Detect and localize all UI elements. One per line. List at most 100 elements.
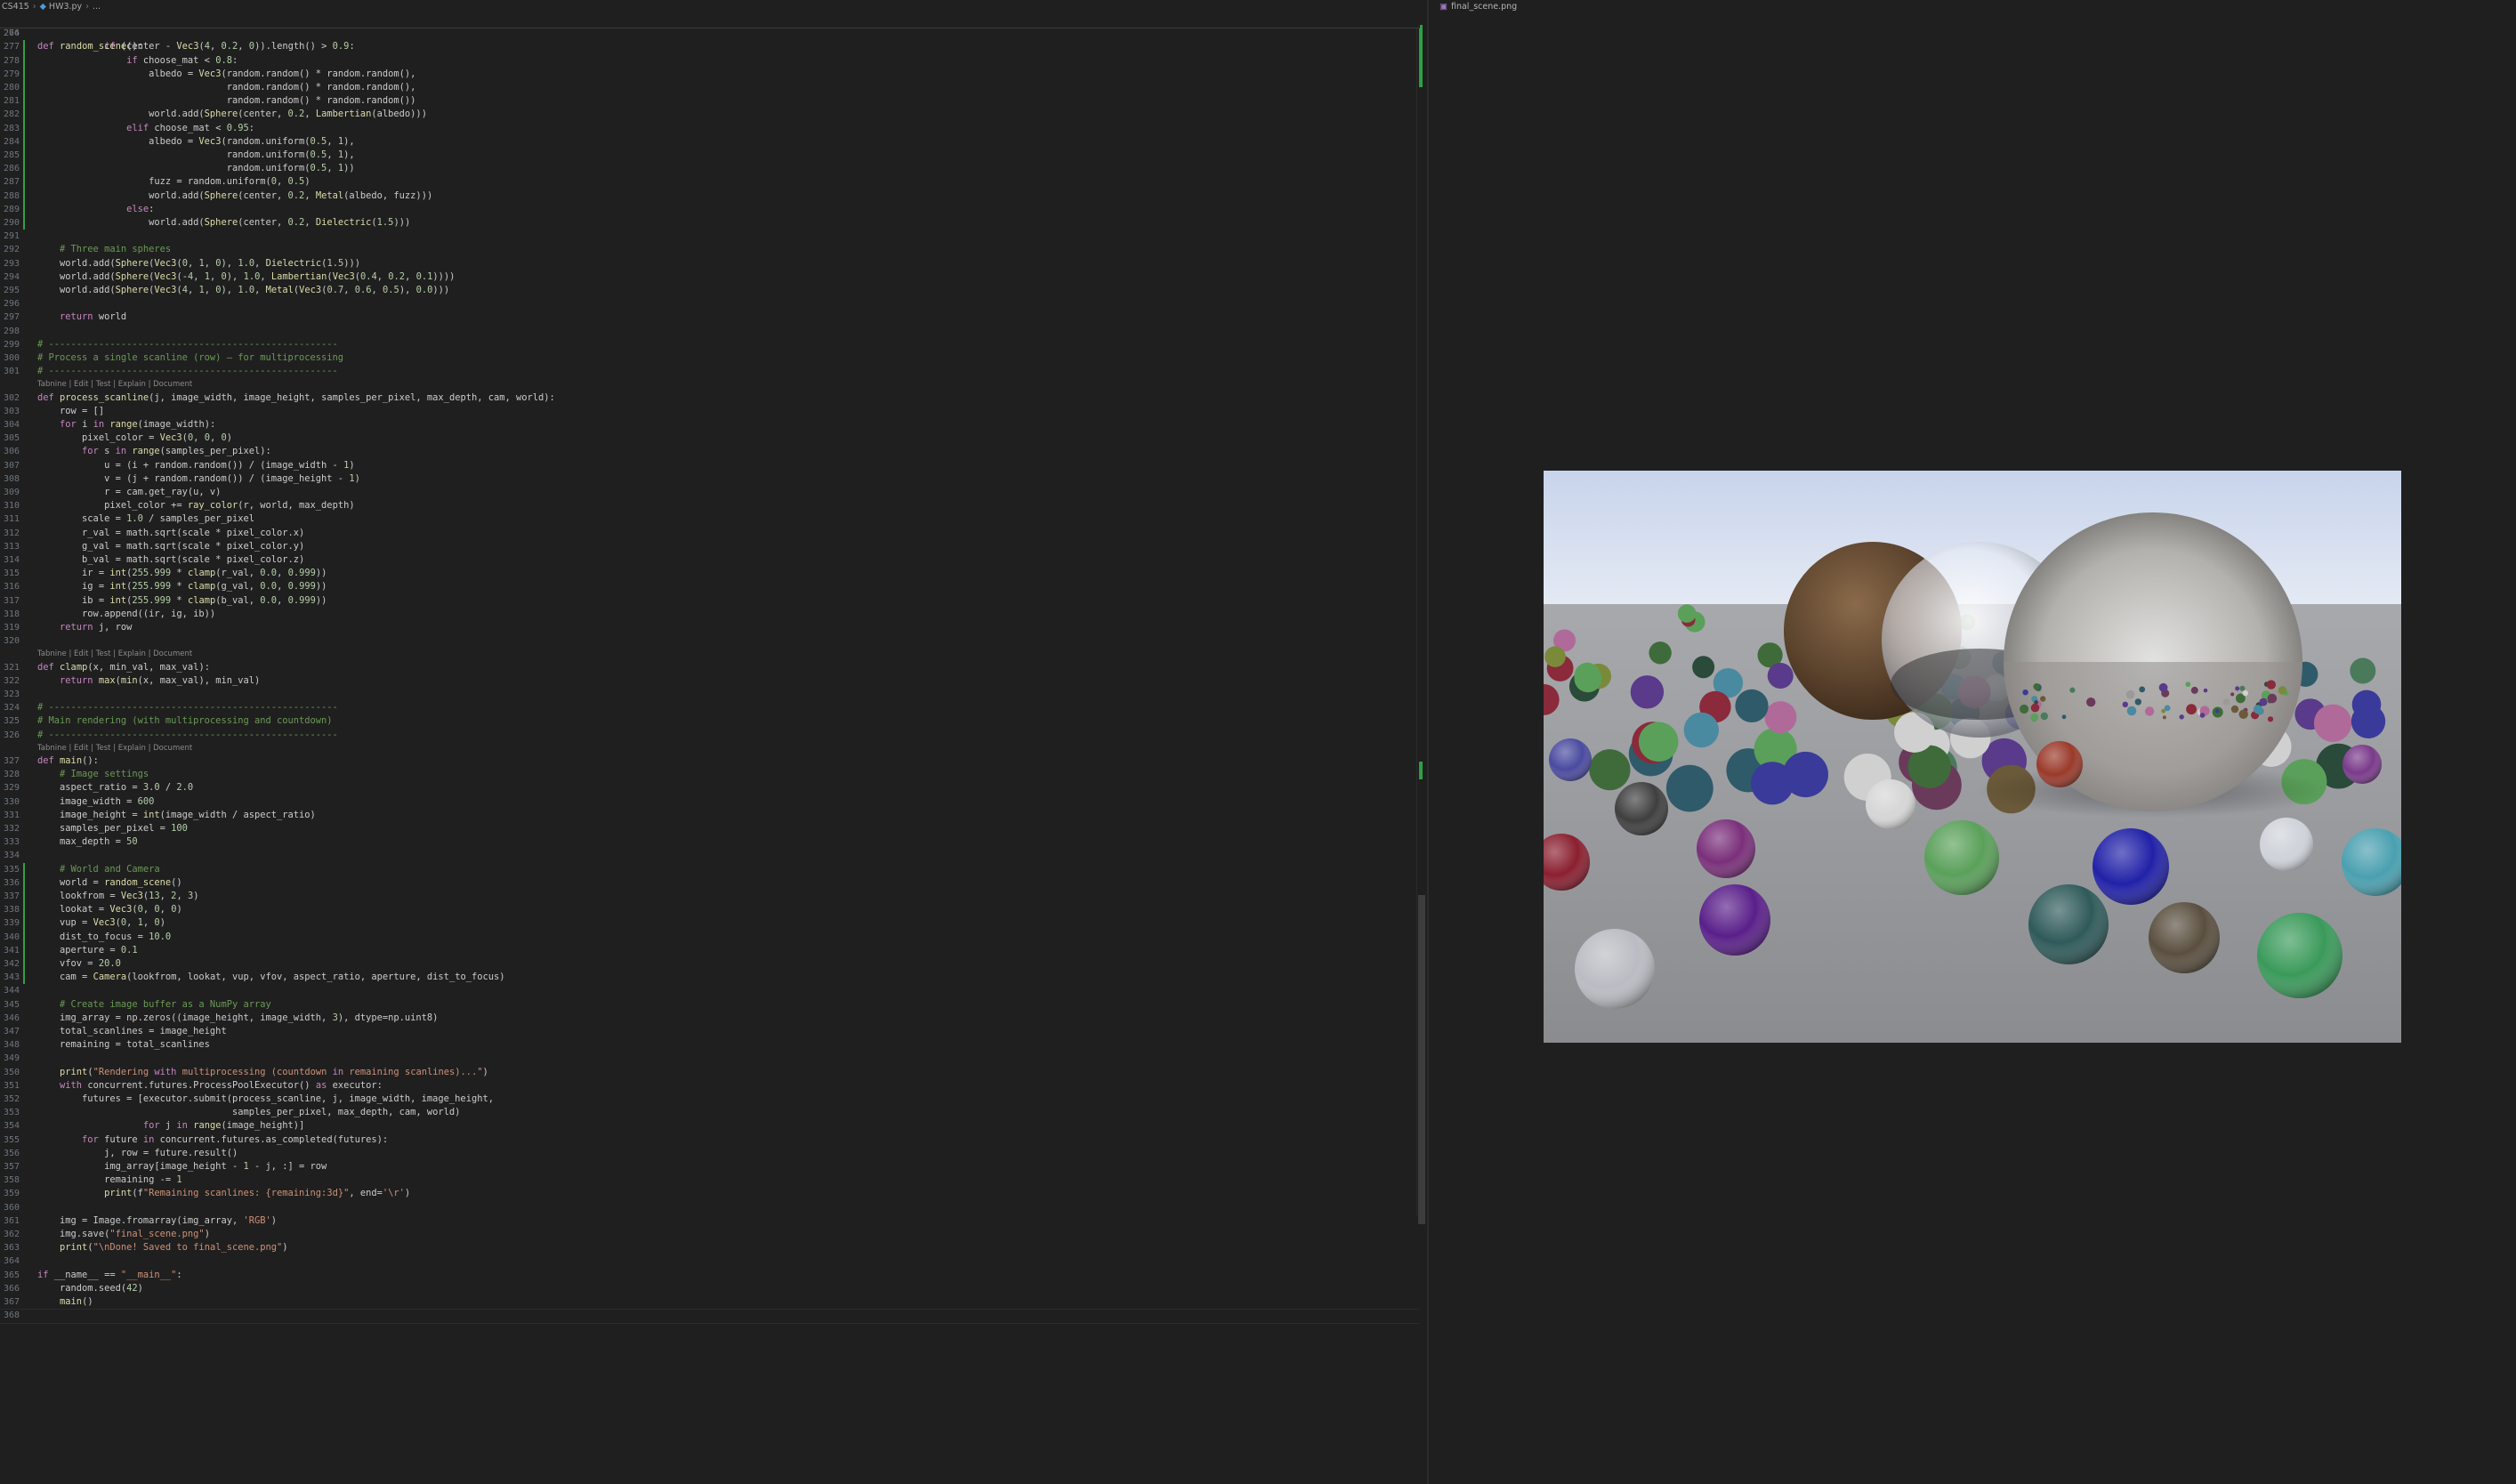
code-line[interactable]: 321 def clamp(x, min_val, max_val):: [0, 661, 1420, 674]
image-viewer-pane[interactable]: ▣ final_scene.png: [1429, 0, 2516, 1484]
code-line[interactable]: 326 # -----------------------------------…: [0, 729, 1420, 742]
viewer-tab[interactable]: ▣ final_scene.png: [1439, 0, 1517, 14]
code-line[interactable]: 325 # Main rendering (with multiprocessin…: [0, 714, 1420, 728]
code-line[interactable]: 301 # -----------------------------------…: [0, 365, 1420, 378]
code-line[interactable]: 309 r = cam.get_ray(u, v): [0, 486, 1420, 499]
code-line[interactable]: 341 aperture = 0.1: [0, 943, 1420, 957]
code-line[interactable]: 308 v = (j + random.random()) / (image_h…: [0, 472, 1420, 486]
code-line[interactable]: 333 max_depth = 50: [0, 835, 1420, 849]
scrollbar-thumb[interactable]: [1418, 895, 1425, 1224]
code-line[interactable]: 307 u = (i + random.random()) / (image_w…: [0, 459, 1420, 472]
code-line[interactable]: 303 row = []: [0, 405, 1420, 418]
vertical-scrollbar[interactable]: [1416, 14, 1426, 1224]
code-line[interactable]: 345 # Create image buffer as a NumPy arr…: [0, 998, 1420, 1012]
code-line[interactable]: 364: [0, 1254, 1420, 1268]
code-line[interactable]: 293 world.add(Sphere(Vec3(0, 1, 0), 1.0,…: [0, 257, 1420, 270]
code-line[interactable]: 311 scale = 1.0 / samples_per_pixel: [0, 512, 1420, 526]
code-line[interactable]: 354 for j in range(image_height)]: [0, 1119, 1420, 1133]
code-line[interactable]: 302 def process_scanline(j, image_width, …: [0, 391, 1420, 405]
code-line[interactable]: 339 vup = Vec3(0, 1, 0): [0, 916, 1420, 931]
code-line[interactable]: 283 elif choose_mat < 0.95:: [0, 121, 1420, 135]
code-line[interactable]: 281 random.random() * random.random()): [0, 94, 1420, 109]
code-line[interactable]: 357 img_array[image_height - 1 - j, :] =…: [0, 1160, 1420, 1173]
code-line[interactable]: 340 dist_to_focus = 10.0: [0, 930, 1420, 944]
code-line[interactable]: 335 # World and Camera: [0, 862, 1420, 876]
sticky-scroll-header[interactable]: 264 def random_scene():: [0, 13, 1420, 52]
code-line[interactable]: 318 row.append((ir, ig, ib)): [0, 608, 1420, 621]
code-line[interactable]: 276: [0, 27, 1420, 40]
code-editor[interactable]: CS415›◆HW3.py›... 275 center = Vec3(a + …: [0, 0, 1427, 1484]
code-line[interactable]: 304 for i in range(image_width):: [0, 418, 1420, 431]
code-line[interactable]: 332 samples_per_pixel = 100: [0, 822, 1420, 835]
code-line[interactable]: 295 world.add(Sphere(Vec3(4, 1, 0), 1.0,…: [0, 284, 1420, 297]
code-line[interactable]: 291: [0, 230, 1420, 243]
breadcrumb-file[interactable]: HW3.py: [49, 2, 82, 12]
code-line[interactable]: 328 # Image settings: [0, 768, 1420, 781]
code-line[interactable]: 294 world.add(Sphere(Vec3(-4, 1, 0), 1.0…: [0, 270, 1420, 284]
code-line[interactable]: 290 world.add(Sphere(center, 0.2, Dielec…: [0, 216, 1420, 230]
code-line[interactable]: 363 print("\nDone! Saved to final_scene.…: [0, 1241, 1420, 1254]
code-line[interactable]: 310 pixel_color += ray_color(r, world, m…: [0, 499, 1420, 512]
code-line[interactable]: 356 j, row = future.result(): [0, 1147, 1420, 1160]
code-line[interactable]: 298: [0, 325, 1420, 338]
breadcrumb-symbol[interactable]: ...: [93, 2, 101, 12]
code-line[interactable]: 316 ig = int(255.999 * clamp(g_val, 0.0,…: [0, 580, 1420, 593]
code-line[interactable]: 315 ir = int(255.999 * clamp(r_val, 0.0,…: [0, 567, 1420, 580]
code-line[interactable]: 280 random.random() * random.random(),: [0, 81, 1420, 95]
code-line[interactable]: 338 lookat = Vec3(0, 0, 0): [0, 903, 1420, 917]
code-line[interactable]: 359 print(f"Remaining scanlines: {remain…: [0, 1187, 1420, 1200]
code-line[interactable]: 362 img.save("final_scene.png"): [0, 1228, 1420, 1241]
code-line[interactable]: 289 else:: [0, 202, 1420, 216]
code-line[interactable]: 331 image_height = int(image_width / asp…: [0, 809, 1420, 822]
code-line[interactable]: 286 random.uniform(0.5, 1)): [0, 162, 1420, 176]
code-line[interactable]: 287 fuzz = random.uniform(0, 0.5): [0, 175, 1420, 190]
code-line[interactable]: 352 futures = [executor.submit(process_s…: [0, 1093, 1420, 1106]
code-line[interactable]: 313 g_val = math.sqrt(scale * pixel_colo…: [0, 540, 1420, 553]
code-line[interactable]: 300 # Process a single scanline (row) — f…: [0, 351, 1420, 365]
code-line[interactable]: 330 image_width = 600: [0, 795, 1420, 809]
code-line[interactable]: 367 main(): [0, 1295, 1420, 1309]
code-line[interactable]: 278 if choose_mat < 0.8:: [0, 53, 1420, 68]
code-line[interactable]: 314 b_val = math.sqrt(scale * pixel_colo…: [0, 553, 1420, 567]
code-line[interactable]: 358 remaining -= 1: [0, 1173, 1420, 1187]
code-line[interactable]: 327 def main():: [0, 754, 1420, 768]
code-line[interactable]: 365 if __name__ == "__main__":: [0, 1269, 1420, 1282]
code-line[interactable]: 284 albedo = Vec3(random.uniform(0.5, 1)…: [0, 134, 1420, 149]
code-line[interactable]: 323: [0, 688, 1420, 701]
code-line[interactable]: 305 pixel_color = Vec3(0, 0, 0): [0, 431, 1420, 445]
code-line[interactable]: 344: [0, 984, 1420, 997]
code-line[interactable]: 312 r_val = math.sqrt(scale * pixel_colo…: [0, 527, 1420, 540]
code-line[interactable]: 361 img = Image.fromarray(img_array, 'RG…: [0, 1214, 1420, 1228]
code-line[interactable]: 299 # -----------------------------------…: [0, 338, 1420, 351]
code-line[interactable]: 353 samples_per_pixel, max_depth, cam, w…: [0, 1106, 1420, 1119]
code-line[interactable]: 324 # -----------------------------------…: [0, 701, 1420, 714]
code-line[interactable]: 342 vfov = 20.0: [0, 957, 1420, 972]
code-line[interactable]: 322 return max(min(x, max_val), min_val): [0, 674, 1420, 688]
breadcrumb-folder[interactable]: CS415: [2, 2, 29, 12]
code-line[interactable]: 347 total_scanlines = image_height: [0, 1025, 1420, 1038]
code-line[interactable]: 282 world.add(Sphere(center, 0.2, Lamber…: [0, 108, 1420, 122]
code-line[interactable]: 297 return world: [0, 311, 1420, 324]
code-line[interactable]: 349: [0, 1052, 1420, 1065]
code-line[interactable]: 343 cam = Camera(lookfrom, lookat, vup, …: [0, 971, 1420, 985]
code-line[interactable]: 320: [0, 634, 1420, 648]
code-line[interactable]: 336 world = random_scene(): [0, 875, 1420, 890]
code-line[interactable]: 306 for s in range(samples_per_pixel):: [0, 445, 1420, 458]
codelens-actions[interactable]: Tabnine | Edit | Test | Explain | Docume…: [37, 379, 192, 390]
code-line[interactable]: 319 return j, row: [0, 621, 1420, 634]
code-line[interactable]: 288 world.add(Sphere(center, 0.2, Metal(…: [0, 189, 1420, 203]
codelens-actions[interactable]: Tabnine | Edit | Test | Explain | Docume…: [37, 649, 192, 659]
code-line[interactable]: 279 albedo = Vec3(random.random() * rand…: [0, 67, 1420, 81]
code-line[interactable]: 360: [0, 1201, 1420, 1214]
code-line[interactable]: 296: [0, 297, 1420, 311]
code-line[interactable]: 317 ib = int(255.999 * clamp(b_val, 0.0,…: [0, 594, 1420, 608]
codelens-actions[interactable]: Tabnine | Edit | Test | Explain | Docume…: [37, 743, 192, 754]
code-line[interactable]: 355 for future in concurrent.futures.as_…: [0, 1133, 1420, 1147]
code-line[interactable]: 366 random.seed(42): [0, 1282, 1420, 1295]
code-line[interactable]: 337 lookfrom = Vec3(13, 2, 3): [0, 890, 1420, 904]
code-line[interactable]: 277 if (center - Vec3(4, 0.2, 0)).length…: [0, 40, 1420, 54]
code-line[interactable]: 334: [0, 849, 1420, 862]
code-line[interactable]: 292 # Three main spheres: [0, 243, 1420, 256]
code-line[interactable]: 351 with concurrent.futures.ProcessPoolE…: [0, 1079, 1420, 1093]
code-line[interactable]: 346 img_array = np.zeros((image_height, …: [0, 1012, 1420, 1025]
